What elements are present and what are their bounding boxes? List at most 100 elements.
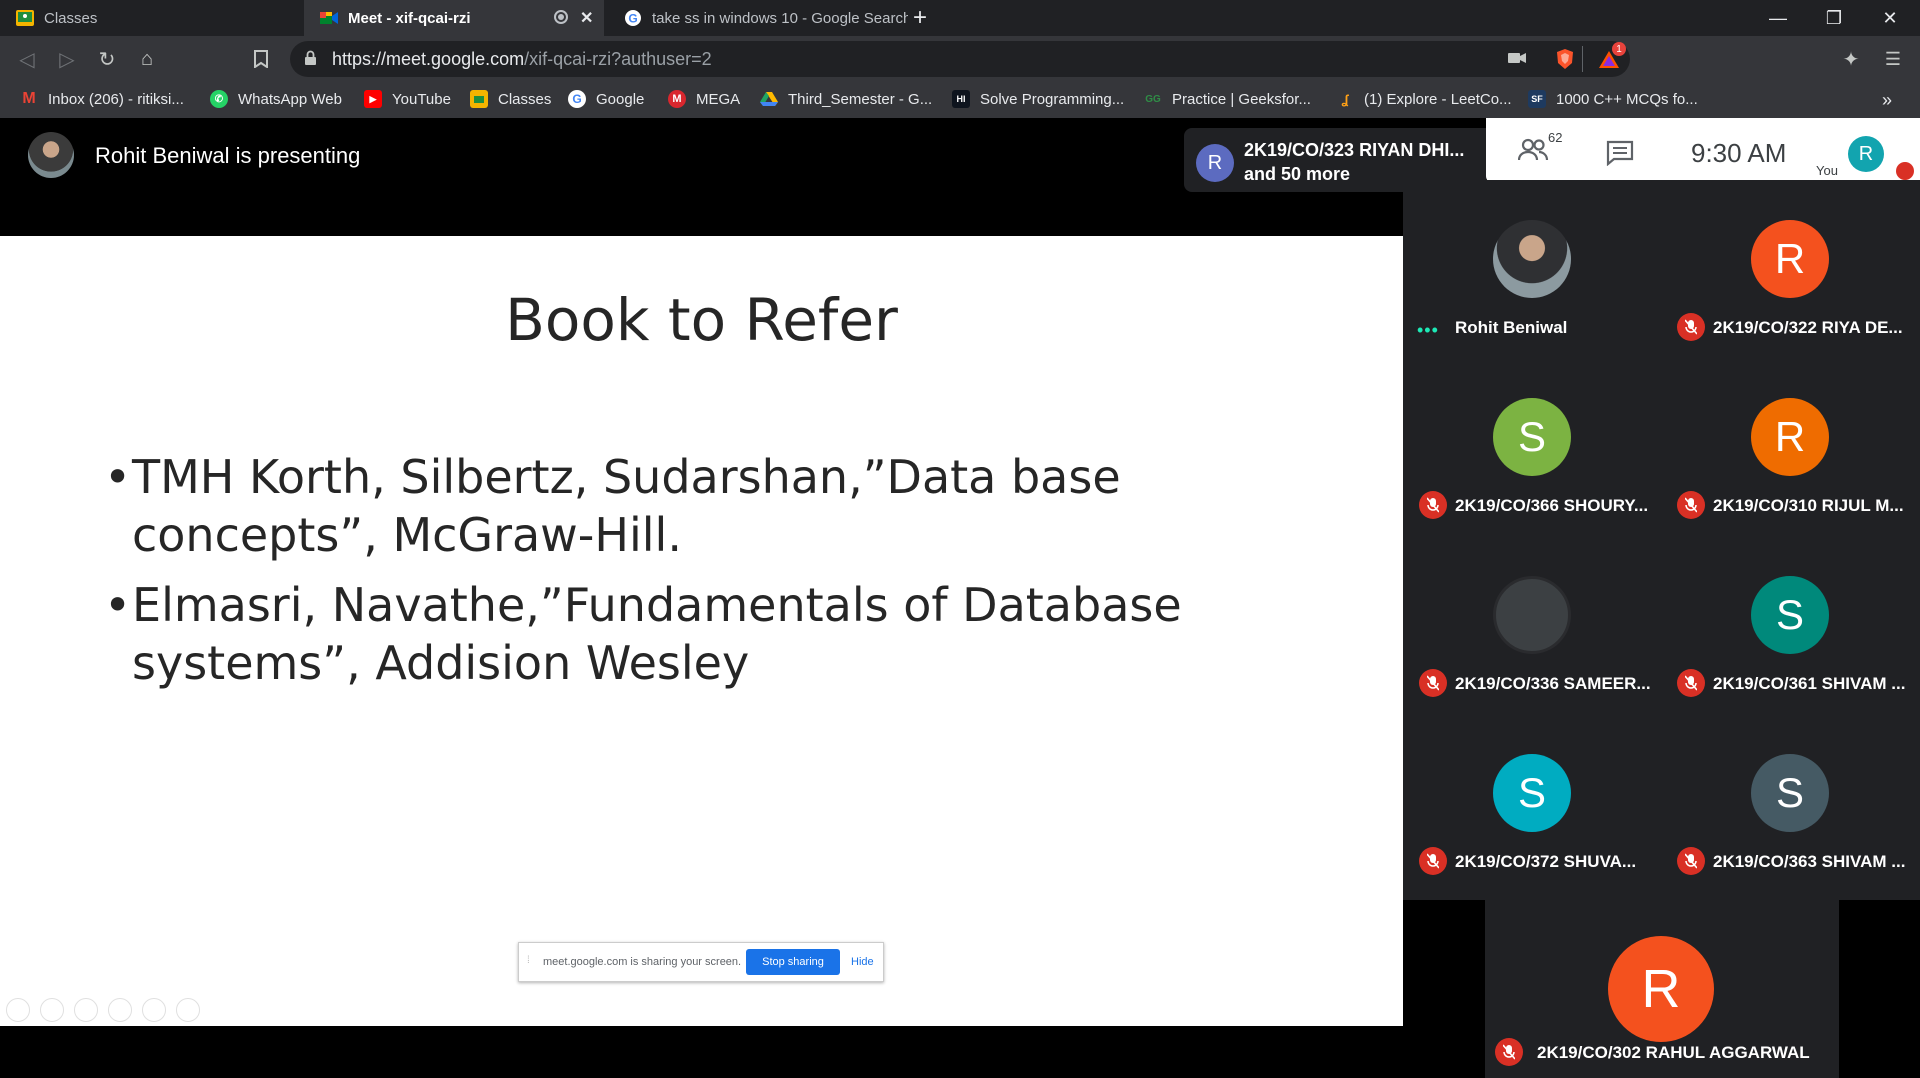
- close-window-icon[interactable]: ✕: [1862, 0, 1918, 36]
- menu-icon[interactable]: ☰: [1876, 42, 1910, 76]
- hackerrank-icon: HI: [952, 90, 970, 108]
- toolbar-divider: [1582, 46, 1583, 72]
- leetcode-icon: ʆ: [1341, 91, 1349, 107]
- participant-avatar: [1493, 576, 1571, 654]
- back-icon[interactable]: ◁: [10, 42, 44, 76]
- prev-slide-icon[interactable]: [6, 998, 30, 1022]
- sanfoundry-icon: SF: [1528, 90, 1546, 108]
- bookmark-mega[interactable]: M MEGA: [668, 90, 740, 108]
- new-tab-icon[interactable]: +: [913, 4, 927, 32]
- bullet-dot: •: [104, 450, 132, 504]
- zoom-icon[interactable]: [142, 998, 166, 1022]
- tab-meet[interactable]: Meet - xif-qcai-rzi ✕: [304, 0, 604, 36]
- presenter-avatar: [28, 132, 74, 178]
- mic-off-icon: [1419, 669, 1447, 697]
- participant-avatar: S: [1751, 576, 1829, 654]
- bookmark-classes[interactable]: Classes: [470, 90, 551, 108]
- chat-icon[interactable]: [1606, 140, 1634, 171]
- drag-handle-icon[interactable]: ⁞: [527, 955, 530, 966]
- bookmark-youtube[interactable]: ▶ YouTube: [364, 90, 451, 108]
- participant-name: 2K19/CO/322 RIYA DE...: [1713, 318, 1903, 337]
- pen-icon[interactable]: [74, 998, 98, 1022]
- url-text: https://meet.google.com/xif-qcai-rzi?aut…: [332, 49, 712, 69]
- participant-tile[interactable]: S 2K19/CO/372 SHUVA...: [1403, 714, 1661, 892]
- meeting-clock: 9:30 AM: [1691, 138, 1787, 168]
- banner-name: 2K19/CO/323 RIYAN DHI...: [1244, 140, 1465, 160]
- more-bookmarks-icon[interactable]: »: [1882, 90, 1892, 111]
- participant-name: 2K19/CO/372 SHUVA...: [1455, 852, 1637, 871]
- meet-controls: 62 9:30 AM You R: [1486, 118, 1920, 184]
- participant-avatar: S: [1751, 754, 1829, 832]
- home-icon[interactable]: ⌂: [130, 42, 164, 76]
- tab-strip: Classes Meet - xif-qcai-rzi ✕ G take ss …: [0, 0, 1920, 36]
- bookmark-whatsapp[interactable]: ✆ WhatsApp Web: [210, 90, 342, 108]
- reload-icon[interactable]: ↻: [90, 42, 124, 76]
- forward-icon[interactable]: ▷: [50, 42, 84, 76]
- slide-nav-controls: [6, 998, 200, 1022]
- mic-off-icon: [1419, 847, 1447, 875]
- mic-off-icon: [1677, 847, 1705, 875]
- slides-grid-icon[interactable]: [108, 998, 132, 1022]
- bookmark-geeksforgeeks[interactable]: GG Practice | Geeksfor...: [1144, 90, 1311, 108]
- bookmark-sanfoundry[interactable]: SF 1000 C++ MCQs fo...: [1528, 90, 1698, 108]
- next-slide-icon[interactable]: [40, 998, 64, 1022]
- self-avatar[interactable]: R: [1848, 136, 1884, 172]
- mic-off-icon: [1677, 491, 1705, 519]
- extensions-icon[interactable]: ✦: [1834, 42, 1868, 76]
- svg-text:G: G: [628, 12, 637, 26]
- google-icon: G: [624, 9, 642, 27]
- participant-tile[interactable]: 2K19/CO/336 SAMEER...: [1403, 536, 1661, 714]
- stop-sharing-button[interactable]: Stop sharing: [746, 949, 840, 975]
- tab-google-search[interactable]: G take ss in windows 10 - Google Search: [608, 0, 908, 36]
- tab-classes[interactable]: Classes: [0, 0, 300, 36]
- bookmark-leetcode[interactable]: ʆ (1) Explore - LeetCo...: [1336, 90, 1511, 108]
- you-label: You: [1816, 163, 1838, 178]
- restore-icon[interactable]: ❐: [1806, 0, 1862, 36]
- participant-name: 2K19/CO/361 SHIVAM ...: [1713, 674, 1906, 693]
- minimize-icon[interactable]: —: [1750, 0, 1806, 36]
- participant-name: 2K19/CO/363 SHIVAM ...: [1713, 852, 1906, 871]
- featured-participant-tile[interactable]: R 2K19/CO/302 RAHUL AGGARWAL: [1485, 900, 1839, 1078]
- presentation-slide: Book to Refer • TMH Korth, Silbertz, Sud…: [0, 236, 1403, 1026]
- google-meet-icon: [320, 9, 338, 27]
- mic-off-icon: [1677, 669, 1705, 697]
- participant-tile[interactable]: R 2K19/CO/322 RIYA DE...: [1661, 180, 1919, 358]
- camera-icon[interactable]: [1508, 51, 1526, 70]
- bookmark-gmail[interactable]: M Inbox (206) - ritiksi...: [20, 90, 184, 108]
- participant-tile[interactable]: S 2K19/CO/363 SHIVAM ...: [1661, 714, 1919, 892]
- bullet-dot: •: [104, 578, 132, 632]
- brave-rewards-icon[interactable]: 1: [1592, 42, 1626, 76]
- youtube-icon: ▶: [364, 90, 382, 108]
- participant-avatar: R: [1751, 220, 1829, 298]
- presenting-label: Rohit Beniwal is presenting: [95, 143, 361, 168]
- hide-button[interactable]: Hide: [851, 956, 874, 968]
- google-icon: G: [568, 90, 586, 108]
- participant-tile[interactable]: S 2K19/CO/361 SHIVAM ...: [1661, 536, 1919, 714]
- participant-avatar: S: [1493, 754, 1571, 832]
- speaking-indicator-icon: •••: [1417, 320, 1439, 340]
- bookmark-google[interactable]: G Google: [568, 90, 644, 108]
- banner-more: and 50 more: [1244, 164, 1351, 184]
- more-options-icon[interactable]: [176, 998, 200, 1022]
- bookmark-icon[interactable]: [244, 42, 278, 76]
- participant-tile[interactable]: ••• Rohit Beniwal: [1403, 180, 1661, 358]
- close-tab-icon[interactable]: ✕: [580, 8, 593, 28]
- mic-off-icon: [1419, 491, 1447, 519]
- bookmark-drive[interactable]: Third_Semester - G...: [760, 90, 932, 108]
- participant-count: 62: [1548, 130, 1563, 145]
- participant-name: Rohit Beniwal: [1455, 318, 1568, 337]
- self-mic-off-icon: [1896, 162, 1914, 180]
- mic-off-icon: [1495, 1038, 1523, 1066]
- recording-indicator-icon: [554, 10, 568, 24]
- participant-name: 2K19/CO/366 SHOURY...: [1455, 496, 1649, 515]
- mega-icon: M: [668, 90, 686, 108]
- participant-tile[interactable]: R 2K19/CO/310 RIJUL M...: [1661, 358, 1919, 536]
- bookmark-hackerrank[interactable]: HI Solve Programming...: [952, 90, 1124, 108]
- participant-tile[interactable]: S 2K19/CO/366 SHOURY...: [1403, 358, 1661, 536]
- address-bar[interactable]: https://meet.google.com/xif-qcai-rzi?aut…: [290, 41, 1630, 77]
- brave-shield-icon[interactable]: [1548, 42, 1582, 76]
- google-classroom-icon: [16, 9, 34, 27]
- bookmarks-bar: M Inbox (206) - ritiksi... ✆ WhatsApp Web …: [0, 82, 1920, 119]
- participant-photo: [1493, 220, 1571, 298]
- people-icon[interactable]: 62: [1517, 130, 1562, 169]
